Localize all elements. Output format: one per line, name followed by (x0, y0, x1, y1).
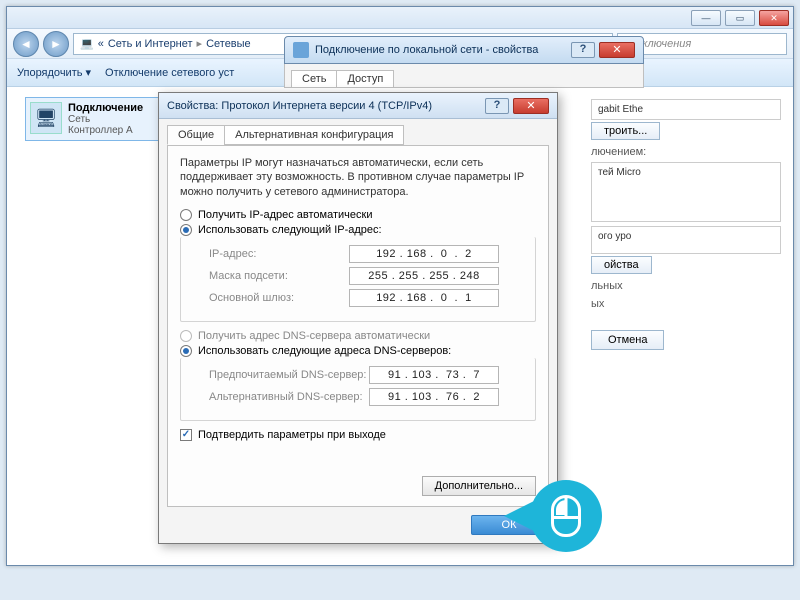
ipv4-general-pane: Параметры IP могут назначаться автоматич… (167, 145, 549, 507)
adapter-name-field: gabit Ethe (591, 99, 781, 120)
tab-general[interactable]: Общие (167, 125, 225, 145)
ip-address-label: IP-адрес: (209, 248, 349, 260)
explorer-titlebar: — ▭ ✕ (7, 7, 793, 29)
properties-button[interactable]: ойства (591, 256, 652, 274)
cursor-hint-circle (530, 480, 602, 552)
tab-access[interactable]: Доступ (336, 70, 394, 87)
ipv4-description: Параметры IP могут назначаться автоматич… (180, 156, 536, 199)
radio-ip-auto-label: Получить IP-адрес автоматически (198, 209, 372, 221)
network-adapter-icon: 🖥 (30, 102, 62, 134)
dns-alternate-label: Альтернативный DNS-сервер: (209, 391, 369, 403)
configure-button[interactable]: троить... (591, 122, 660, 140)
tab-alternate-config[interactable]: Альтернативная конфигурация (224, 125, 404, 145)
connection-dialog-close-button[interactable]: ✕ (599, 42, 635, 58)
connection-network: Сеть (68, 114, 143, 125)
dns-fields-group: Предпочитаемый DNS-сервер: Альтернативны… (180, 358, 536, 421)
radio-ip-manual-label: Использовать следующий IP-адрес: (198, 224, 382, 236)
explorer-maximize-button[interactable]: ▭ (725, 10, 755, 26)
subnet-mask-label: Маска подсети: (209, 270, 349, 282)
connection-dialog-icon (293, 42, 309, 58)
ipv4-dialog-titlebar: Свойства: Протокол Интернета версии 4 (T… (159, 93, 557, 119)
cursor-hint-overlay (504, 480, 602, 552)
explorer-close-button[interactable]: ✕ (759, 10, 789, 26)
radio-dns-auto-label: Получить адрес DNS-сервера автоматически (198, 330, 430, 342)
gateway-label: Основной шлюз: (209, 292, 349, 304)
ip-address-input[interactable] (349, 245, 499, 263)
explorer-minimize-button[interactable]: — (691, 10, 721, 26)
components-listbox[interactable]: тей Micro (591, 162, 781, 222)
breadcrumb-icon: 💻 (80, 37, 94, 50)
connection-dialog-help-button[interactable]: ? (571, 42, 595, 58)
connection-properties-dialog: Подключение по локальной сети - свойства… (284, 36, 644, 76)
subnet-mask-input[interactable] (349, 267, 499, 285)
components-listbox-2[interactable]: ого уро (591, 226, 781, 254)
ipv4-dialog-help-button[interactable]: ? (485, 98, 509, 114)
dns-preferred-input[interactable] (369, 366, 499, 384)
tab-network[interactable]: Сеть (291, 70, 337, 87)
ipv4-dialog-close-button[interactable]: ✕ (513, 98, 549, 114)
radio-ip-auto[interactable] (180, 209, 192, 221)
nav-back-button[interactable]: ◄ (13, 31, 39, 57)
radio-dns-manual[interactable] (180, 345, 192, 357)
nav-forward-button[interactable]: ► (43, 31, 69, 57)
connection-uses-label: лючением: (591, 146, 781, 158)
validate-on-exit-label: Подтвердить параметры при выходе (198, 429, 386, 441)
dns-alternate-input[interactable] (369, 388, 499, 406)
breadcrumb-part-2[interactable]: Сетевые (206, 38, 251, 50)
toolbar-disable-device[interactable]: Отключение сетевого уст (105, 67, 234, 79)
mouse-icon (551, 495, 581, 537)
validate-on-exit-checkbox[interactable] (180, 429, 192, 441)
ipv4-properties-dialog: Свойства: Протокол Интернета версии 4 (T… (158, 92, 558, 544)
connection-dialog-title: Подключение по локальной сети - свойства (315, 44, 538, 56)
toolbar-organize[interactable]: Упорядочить ▾ (17, 66, 91, 79)
breadcrumb-part-1[interactable]: Сеть и Интернет (108, 38, 193, 50)
connection-title: Подключение (68, 102, 143, 114)
connection-dialog-titlebar: Подключение по локальной сети - свойства… (284, 36, 644, 64)
connection-properties-partial: gabit Ethe троить... лючением: тей Micro… (591, 95, 781, 350)
connection-adapter: Контроллер A (68, 125, 143, 136)
dns-preferred-label: Предпочитаемый DNS-сервер: (209, 369, 369, 381)
cancel-button[interactable]: Отмена (591, 330, 664, 350)
radio-ip-manual[interactable] (180, 224, 192, 236)
radio-dns-auto (180, 330, 192, 342)
ipv4-dialog-title: Свойства: Протокол Интернета версии 4 (T… (167, 100, 432, 112)
radio-dns-manual-label: Использовать следующие адреса DNS-сервер… (198, 345, 451, 357)
ip-fields-group: IP-адрес: Маска подсети: Основной шлюз: (180, 237, 536, 322)
gateway-input[interactable] (349, 289, 499, 307)
